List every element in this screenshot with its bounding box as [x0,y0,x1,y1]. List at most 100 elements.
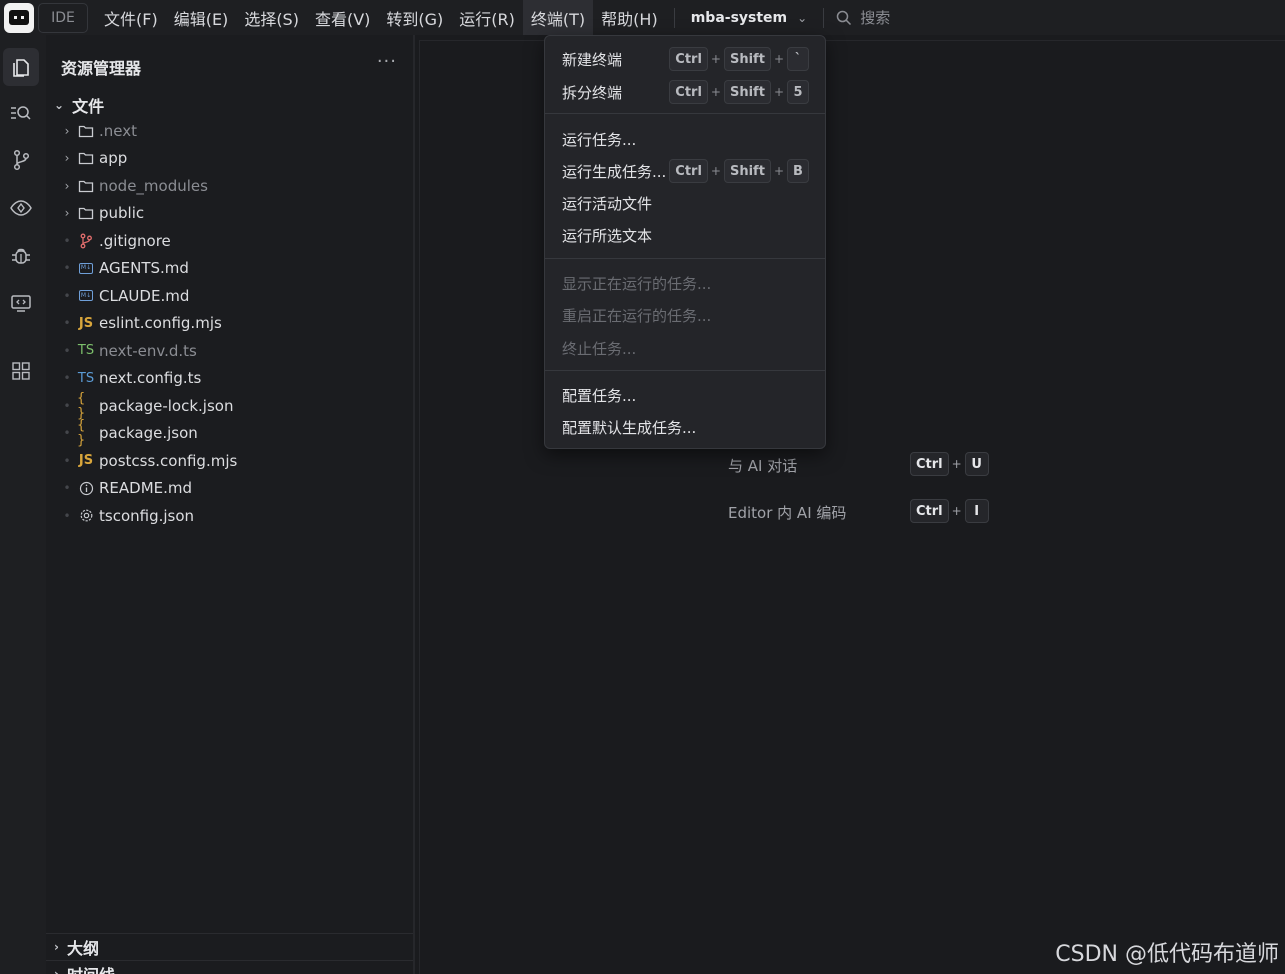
tree-item[interactable]: • JS postcss.config.mjs [46,447,413,475]
more-actions-icon[interactable]: ··· [377,51,397,72]
menu-go[interactable]: 转到(G) [378,0,451,35]
ai-eye-icon[interactable] [3,189,39,227]
key: Shift [723,47,771,71]
tree-item-label: next-env.d.ts [99,341,197,360]
menu-help[interactable]: 帮助(H) [593,0,666,35]
tree-item[interactable]: • .gitignore [46,227,413,255]
tree-item-label: public [99,204,145,223]
tree-item[interactable]: › .next [46,117,413,145]
chevron-right-icon: › [64,206,70,221]
chevron-right-icon: › [54,967,59,974]
plus-sign: + [951,504,962,518]
tree-item[interactable]: • M↓ CLAUDE.md [46,282,413,310]
tree-item[interactable]: • M↓ AGENTS.md [46,255,413,283]
terminal-menu-item[interactable]: 拆分终端 Ctrl + Shift +5 [545,76,825,108]
terminal-menu-dropdown: 新建终端 Ctrl + Shift + ` 拆分终端 Ctrl + Shift +5 运行任务... 运… [544,35,826,449]
timeline-label: 时间线 [67,962,115,974]
tree-item[interactable]: • TS next.config.ts [46,365,413,393]
tree-item[interactable]: • { } package-lock.json [46,391,413,421]
chevron-right-icon: › [64,151,70,166]
menu-edit[interactable]: 编辑(E) [166,0,237,35]
menu-item-shortcut: Ctrl + Shift + ` [669,47,809,71]
chevron-down-icon: ⌄ [797,10,808,25]
tree-item-label: node_modules [99,176,208,195]
debug-icon[interactable] [3,237,39,275]
outline-section-header[interactable]: › 大纲 [46,933,413,960]
activity-bar [0,35,46,974]
tree-item-label: README.md [99,479,193,498]
hint-chat-label: 与 AI 对话 [728,457,798,475]
info-icon [77,481,95,496]
tree-item-label: next.config.ts [99,369,202,388]
source-control-icon[interactable] [3,141,39,179]
typescript-icon: TS [77,343,95,359]
menu-item-label: 重启正在运行的任务... [562,306,712,325]
explorer-icon[interactable] [3,48,39,86]
menubar-divider [823,7,825,28]
search-box[interactable]: 搜索 [836,7,890,28]
terminal-menu-item[interactable]: 运行生成任务... Ctrl + Shift + B [545,155,825,187]
terminal-menu-item[interactable]: 运行活动文件 [545,187,825,219]
menu-file[interactable]: 文件(F) [96,0,166,35]
terminal-menu-item[interactable]: 配置任务... [545,379,825,411]
remote-preview-icon[interactable] [3,284,39,322]
terminal-menu-item[interactable]: 新建终端 Ctrl + Shift + ` [545,43,825,75]
folder-icon [77,206,95,220]
project-selector[interactable]: mba-system ⌄ [683,10,816,26]
tree-item[interactable]: • TS next-env.d.ts [46,337,413,365]
files-section-header[interactable]: ⌄ 文件 [54,93,104,117]
terminal-menu-item: 重启正在运行的任务... [545,299,825,331]
menu-separator [545,258,825,259]
menu-separator [545,113,825,114]
timeline-section-header[interactable]: › 时间线 [46,960,413,974]
chevron-right-icon: › [64,123,70,138]
menu-item-label: 配置任务... [562,386,637,405]
indent-dot: • [63,481,71,496]
markdown-icon: M↓ [77,290,95,302]
files-section-label: 文件 [72,97,105,116]
tree-item[interactable]: • { } package.json [46,418,413,448]
menubar: IDE 文件(F) 编辑(E) 选择(S) 查看(V) 转到(G) 运行(R) … [0,0,1285,35]
menu-selection[interactable]: 选择(S) [236,0,307,35]
indent-dot: • [63,288,71,303]
menu-item-label: 新建终端 [562,50,623,69]
file-tree: › .next › app › node_modules › public • .gitignor… [46,117,413,530]
menu-run[interactable]: 运行(R) [451,0,523,35]
terminal-menu-item[interactable]: 运行任务... [545,123,825,155]
search-icon [836,10,852,25]
menu-terminal[interactable]: 终端(T) [522,0,594,35]
tree-item[interactable]: • README.md [46,475,413,503]
indent-dot: • [63,261,71,276]
tree-item[interactable]: › public [46,200,413,228]
tree-item[interactable]: • JS eslint.config.mjs [46,310,413,338]
folder-icon [77,179,95,193]
plus-sign: + [710,164,721,178]
search-panel-icon[interactable] [3,94,39,132]
javascript-icon: JS [78,315,94,331]
folder-icon [77,124,95,138]
tree-item[interactable]: › app [46,145,413,173]
tree-item-label: .next [99,121,137,140]
explorer-sidebar: 资源管理器 ··· ⌄ 文件 › .next › app › node_modules › p… [46,35,415,974]
tree-item[interactable]: › node_modules [46,172,413,200]
folder-icon [77,151,95,165]
terminal-menu-item[interactable]: 运行所选文本 [545,219,825,251]
tree-item-label: AGENTS.md [99,259,189,278]
terminal-menu-item[interactable]: 配置默认生成任务... [545,411,825,443]
app-logo-icon[interactable] [4,2,34,33]
menu-view[interactable]: 查看(V) [307,0,378,35]
search-placeholder: 搜索 [860,9,891,27]
tree-item[interactable]: • tsconfig.json [46,502,413,530]
plus-sign: + [710,52,721,66]
ide-button[interactable]: IDE [38,2,88,33]
plus-sign: + [773,164,784,178]
menu-item-shortcut: Ctrl + Shift +5 [669,80,809,104]
tree-item-label: eslint.config.mjs [99,314,222,333]
key: ` [787,47,809,71]
key: Ctrl [910,499,949,523]
terminal-menu-item: 终止任务... [545,332,825,364]
key: 5 [787,80,809,104]
extensions-icon[interactable] [3,352,39,390]
key: Shift [723,159,771,183]
tree-item-label: tsconfig.json [99,506,195,525]
